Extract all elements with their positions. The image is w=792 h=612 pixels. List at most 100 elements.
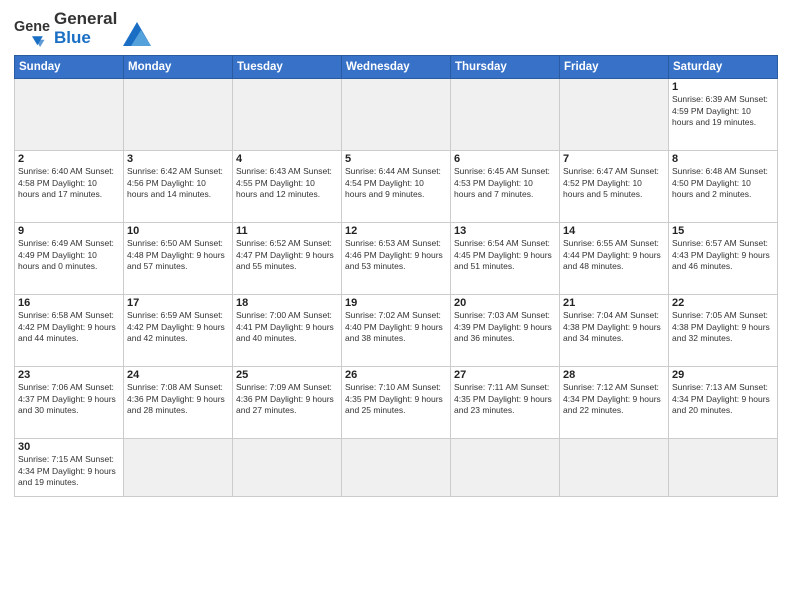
calendar-cell: 14Sunrise: 6:55 AM Sunset: 4:44 PM Dayli… bbox=[560, 223, 669, 295]
day-number: 3 bbox=[127, 153, 229, 165]
calendar-cell: 12Sunrise: 6:53 AM Sunset: 4:46 PM Dayli… bbox=[342, 223, 451, 295]
day-number: 27 bbox=[454, 369, 556, 381]
day-info: Sunrise: 6:57 AM Sunset: 4:43 PM Dayligh… bbox=[672, 238, 774, 272]
weekday-header-monday: Monday bbox=[124, 56, 233, 79]
calendar-cell: 7Sunrise: 6:47 AM Sunset: 4:52 PM Daylig… bbox=[560, 151, 669, 223]
day-info: Sunrise: 6:43 AM Sunset: 4:55 PM Dayligh… bbox=[236, 166, 338, 200]
calendar-cell: 30Sunrise: 7:15 AM Sunset: 4:34 PM Dayli… bbox=[15, 439, 124, 497]
day-info: Sunrise: 6:58 AM Sunset: 4:42 PM Dayligh… bbox=[18, 310, 120, 344]
calendar-cell: 24Sunrise: 7:08 AM Sunset: 4:36 PM Dayli… bbox=[124, 367, 233, 439]
calendar-cell: 3Sunrise: 6:42 AM Sunset: 4:56 PM Daylig… bbox=[124, 151, 233, 223]
day-number: 18 bbox=[236, 297, 338, 309]
day-number: 1 bbox=[672, 81, 774, 93]
calendar-cell bbox=[342, 439, 451, 497]
calendar-cell: 17Sunrise: 6:59 AM Sunset: 4:42 PM Dayli… bbox=[124, 295, 233, 367]
day-number: 19 bbox=[345, 297, 447, 309]
day-number: 24 bbox=[127, 369, 229, 381]
calendar-cell bbox=[233, 79, 342, 151]
day-info: Sunrise: 6:53 AM Sunset: 4:46 PM Dayligh… bbox=[345, 238, 447, 272]
day-number: 14 bbox=[563, 225, 665, 237]
calendar-cell: 20Sunrise: 7:03 AM Sunset: 4:39 PM Dayli… bbox=[451, 295, 560, 367]
calendar-cell: 23Sunrise: 7:06 AM Sunset: 4:37 PM Dayli… bbox=[15, 367, 124, 439]
day-info: Sunrise: 7:13 AM Sunset: 4:34 PM Dayligh… bbox=[672, 382, 774, 416]
calendar-cell: 28Sunrise: 7:12 AM Sunset: 4:34 PM Dayli… bbox=[560, 367, 669, 439]
day-info: Sunrise: 7:02 AM Sunset: 4:40 PM Dayligh… bbox=[345, 310, 447, 344]
calendar-cell: 6Sunrise: 6:45 AM Sunset: 4:53 PM Daylig… bbox=[451, 151, 560, 223]
day-number: 11 bbox=[236, 225, 338, 237]
logo-icon: General bbox=[14, 11, 50, 47]
logo-triangle-icon bbox=[123, 18, 151, 46]
calendar-cell bbox=[124, 439, 233, 497]
day-number: 15 bbox=[672, 225, 774, 237]
day-info: Sunrise: 6:47 AM Sunset: 4:52 PM Dayligh… bbox=[563, 166, 665, 200]
weekday-header-saturday: Saturday bbox=[669, 56, 778, 79]
day-info: Sunrise: 7:08 AM Sunset: 4:36 PM Dayligh… bbox=[127, 382, 229, 416]
day-number: 9 bbox=[18, 225, 120, 237]
calendar-cell: 9Sunrise: 6:49 AM Sunset: 4:49 PM Daylig… bbox=[15, 223, 124, 295]
day-number: 8 bbox=[672, 153, 774, 165]
calendar-cell bbox=[451, 439, 560, 497]
calendar-cell: 4Sunrise: 6:43 AM Sunset: 4:55 PM Daylig… bbox=[233, 151, 342, 223]
calendar-table: SundayMondayTuesdayWednesdayThursdayFrid… bbox=[14, 55, 778, 497]
weekday-header-thursday: Thursday bbox=[451, 56, 560, 79]
calendar-cell bbox=[124, 79, 233, 151]
calendar-cell: 2Sunrise: 6:40 AM Sunset: 4:58 PM Daylig… bbox=[15, 151, 124, 223]
day-number: 16 bbox=[18, 297, 120, 309]
calendar-cell: 19Sunrise: 7:02 AM Sunset: 4:40 PM Dayli… bbox=[342, 295, 451, 367]
calendar-cell: 21Sunrise: 7:04 AM Sunset: 4:38 PM Dayli… bbox=[560, 295, 669, 367]
day-info: Sunrise: 7:10 AM Sunset: 4:35 PM Dayligh… bbox=[345, 382, 447, 416]
day-number: 26 bbox=[345, 369, 447, 381]
day-number: 2 bbox=[18, 153, 120, 165]
logo-general: General bbox=[54, 10, 117, 29]
day-number: 29 bbox=[672, 369, 774, 381]
day-number: 22 bbox=[672, 297, 774, 309]
calendar-cell: 25Sunrise: 7:09 AM Sunset: 4:36 PM Dayli… bbox=[233, 367, 342, 439]
calendar-cell: 10Sunrise: 6:50 AM Sunset: 4:48 PM Dayli… bbox=[124, 223, 233, 295]
day-info: Sunrise: 7:09 AM Sunset: 4:36 PM Dayligh… bbox=[236, 382, 338, 416]
weekday-header-row: SundayMondayTuesdayWednesdayThursdayFrid… bbox=[15, 56, 778, 79]
day-info: Sunrise: 7:12 AM Sunset: 4:34 PM Dayligh… bbox=[563, 382, 665, 416]
calendar-cell bbox=[342, 79, 451, 151]
day-info: Sunrise: 7:05 AM Sunset: 4:38 PM Dayligh… bbox=[672, 310, 774, 344]
day-number: 25 bbox=[236, 369, 338, 381]
calendar-cell bbox=[233, 439, 342, 497]
logo: General General Blue bbox=[14, 10, 151, 47]
day-info: Sunrise: 6:52 AM Sunset: 4:47 PM Dayligh… bbox=[236, 238, 338, 272]
day-number: 30 bbox=[18, 441, 120, 453]
day-info: Sunrise: 6:54 AM Sunset: 4:45 PM Dayligh… bbox=[454, 238, 556, 272]
calendar-cell: 11Sunrise: 6:52 AM Sunset: 4:47 PM Dayli… bbox=[233, 223, 342, 295]
calendar-cell: 16Sunrise: 6:58 AM Sunset: 4:42 PM Dayli… bbox=[15, 295, 124, 367]
weekday-header-tuesday: Tuesday bbox=[233, 56, 342, 79]
day-info: Sunrise: 6:48 AM Sunset: 4:50 PM Dayligh… bbox=[672, 166, 774, 200]
page-header: General General Blue bbox=[14, 10, 778, 47]
day-number: 5 bbox=[345, 153, 447, 165]
day-info: Sunrise: 6:59 AM Sunset: 4:42 PM Dayligh… bbox=[127, 310, 229, 344]
calendar-cell bbox=[560, 439, 669, 497]
day-number: 21 bbox=[563, 297, 665, 309]
day-number: 17 bbox=[127, 297, 229, 309]
day-info: Sunrise: 7:03 AM Sunset: 4:39 PM Dayligh… bbox=[454, 310, 556, 344]
calendar-cell: 22Sunrise: 7:05 AM Sunset: 4:38 PM Dayli… bbox=[669, 295, 778, 367]
day-info: Sunrise: 6:49 AM Sunset: 4:49 PM Dayligh… bbox=[18, 238, 120, 272]
calendar-cell: 13Sunrise: 6:54 AM Sunset: 4:45 PM Dayli… bbox=[451, 223, 560, 295]
calendar-cell: 5Sunrise: 6:44 AM Sunset: 4:54 PM Daylig… bbox=[342, 151, 451, 223]
calendar-cell: 15Sunrise: 6:57 AM Sunset: 4:43 PM Dayli… bbox=[669, 223, 778, 295]
day-info: Sunrise: 7:11 AM Sunset: 4:35 PM Dayligh… bbox=[454, 382, 556, 416]
calendar-cell: 1Sunrise: 6:39 AM Sunset: 4:59 PM Daylig… bbox=[669, 79, 778, 151]
day-info: Sunrise: 7:00 AM Sunset: 4:41 PM Dayligh… bbox=[236, 310, 338, 344]
svg-text:General: General bbox=[14, 18, 50, 34]
day-info: Sunrise: 6:40 AM Sunset: 4:58 PM Dayligh… bbox=[18, 166, 120, 200]
day-info: Sunrise: 7:15 AM Sunset: 4:34 PM Dayligh… bbox=[18, 454, 120, 488]
day-number: 23 bbox=[18, 369, 120, 381]
day-info: Sunrise: 6:55 AM Sunset: 4:44 PM Dayligh… bbox=[563, 238, 665, 272]
day-info: Sunrise: 6:39 AM Sunset: 4:59 PM Dayligh… bbox=[672, 94, 774, 128]
calendar-cell bbox=[560, 79, 669, 151]
day-number: 13 bbox=[454, 225, 556, 237]
weekday-header-wednesday: Wednesday bbox=[342, 56, 451, 79]
calendar-cell: 27Sunrise: 7:11 AM Sunset: 4:35 PM Dayli… bbox=[451, 367, 560, 439]
calendar-cell: 18Sunrise: 7:00 AM Sunset: 4:41 PM Dayli… bbox=[233, 295, 342, 367]
weekday-header-friday: Friday bbox=[560, 56, 669, 79]
calendar-cell bbox=[15, 79, 124, 151]
calendar-cell bbox=[669, 439, 778, 497]
day-number: 7 bbox=[563, 153, 665, 165]
